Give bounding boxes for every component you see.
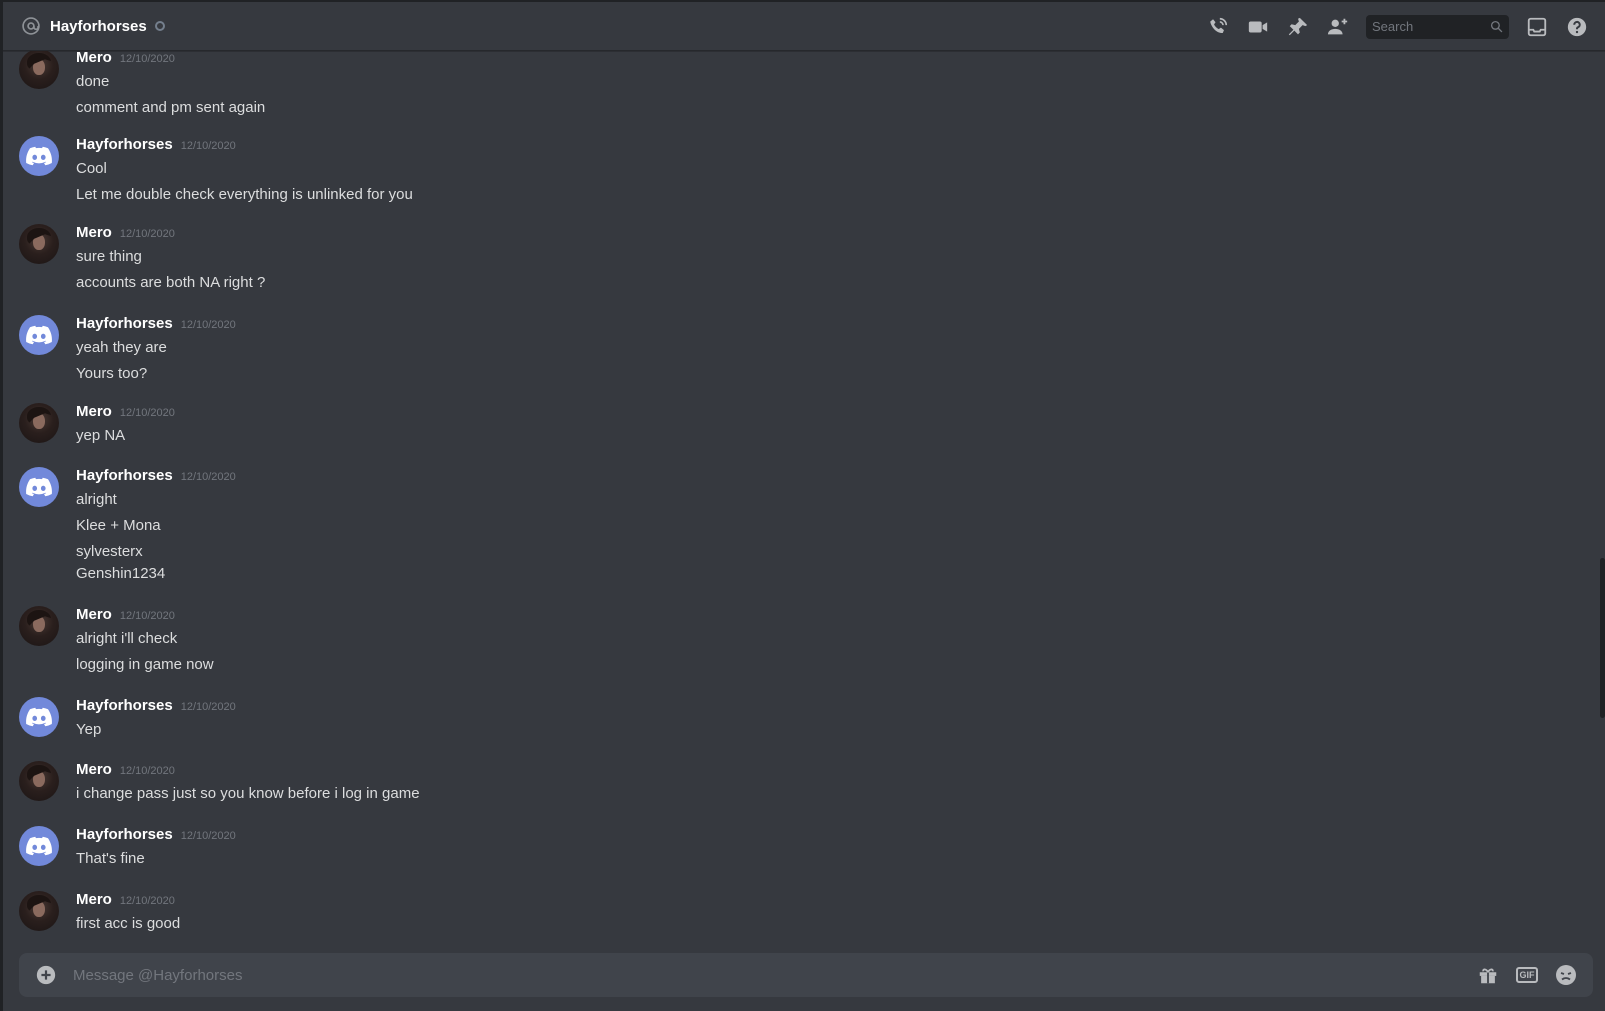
message-text: Let me double check everything is unlink… [76, 186, 413, 203]
message-text: i change pass just so you know before i … [76, 785, 420, 802]
timestamp: 12/10/2020 [119, 407, 175, 419]
avatar[interactable] [19, 467, 59, 507]
discord-logo-icon [26, 146, 52, 166]
username[interactable]: Mero [76, 51, 112, 66]
message-text: sure thing [76, 248, 142, 265]
help-icon[interactable] [1565, 15, 1589, 39]
timestamp: 12/10/2020 [119, 895, 175, 907]
avatar[interactable] [19, 697, 59, 737]
channel-title: Hayforhorses [50, 17, 147, 35]
timestamp: 12/10/2020 [119, 765, 175, 777]
avatar[interactable] [19, 606, 59, 646]
username[interactable]: Mero [76, 761, 112, 778]
avatar[interactable] [19, 315, 59, 355]
avatar[interactable] [19, 51, 59, 89]
video-camera-icon[interactable] [1246, 15, 1270, 39]
timestamp: 12/10/2020 [180, 701, 236, 713]
message-text: logging in game now [76, 656, 214, 673]
username[interactable]: Hayforhorses [76, 467, 173, 484]
username[interactable]: Hayforhorses [76, 826, 173, 843]
message-list: Mero 12/10/2020 done comment and pm sent … [3, 51, 1593, 951]
avatar[interactable] [19, 224, 59, 264]
avatar[interactable] [19, 403, 59, 443]
emoji-icon[interactable] [1554, 963, 1578, 987]
message-text: first acc is good [76, 915, 181, 932]
username[interactable]: Mero [76, 606, 112, 623]
message-text: Klee + Mona [76, 517, 161, 534]
message-composer: GIF [19, 953, 1593, 997]
timestamp: 12/10/2020 [180, 319, 236, 331]
gif-button[interactable]: GIF [1515, 963, 1539, 987]
discord-logo-icon [26, 325, 52, 345]
pin-icon[interactable] [1286, 15, 1310, 39]
timestamp: 12/10/2020 [180, 471, 236, 483]
avatar[interactable] [19, 761, 59, 801]
search-icon [1489, 20, 1503, 34]
username[interactable]: Mero [76, 403, 112, 420]
message-scrollbar[interactable] [1599, 51, 1605, 951]
message-text: yep NA [76, 427, 126, 444]
search-box[interactable] [1366, 14, 1509, 39]
message-text: That's fine [76, 850, 145, 867]
avatar[interactable] [19, 826, 59, 866]
phone-call-icon[interactable] [1206, 15, 1230, 39]
offline-status-indicator [154, 21, 165, 31]
message-text: Cool [76, 160, 107, 177]
search-input[interactable] [1372, 19, 1489, 34]
inbox-icon[interactable] [1525, 15, 1549, 39]
message-input[interactable] [73, 966, 1476, 984]
header-toolbar [1206, 2, 1605, 51]
message-text: alright i'll check [76, 630, 178, 647]
username[interactable]: Mero [76, 891, 112, 908]
message-text: yeah they are [76, 339, 167, 356]
add-friend-icon[interactable] [1326, 15, 1350, 39]
message-text: comment and pm sent again [76, 99, 266, 116]
discord-logo-icon [26, 477, 52, 497]
discord-logo-icon [26, 707, 52, 727]
at-sign-icon [20, 15, 42, 37]
username[interactable]: Mero [76, 224, 112, 241]
avatar[interactable] [19, 136, 59, 176]
timestamp: 12/10/2020 [119, 228, 175, 240]
gif-icon: GIF [1516, 967, 1538, 983]
scrollbar-thumb[interactable] [1600, 558, 1605, 718]
channel-header: Hayforhorses [3, 2, 1605, 51]
username[interactable]: Hayforhorses [76, 136, 173, 153]
message-text: accounts are both NA right ? [76, 274, 266, 291]
discord-logo-icon [26, 836, 52, 856]
message-text: Yep [76, 721, 102, 738]
message-text: Yours too? [76, 365, 148, 382]
dm-window: Hayforhorses Search Mero 12/10/2020 done… [3, 2, 1605, 1011]
message-text: Genshin1234 [76, 565, 166, 582]
username[interactable]: Hayforhorses [76, 697, 173, 714]
timestamp: 12/10/2020 [180, 140, 236, 152]
gift-icon[interactable] [1476, 963, 1500, 987]
plus-circle-icon[interactable] [35, 964, 57, 986]
message-text: sylvesterx [76, 543, 143, 560]
timestamp: 12/10/2020 [119, 610, 175, 622]
timestamp: 12/10/2020 [180, 830, 236, 842]
avatar[interactable] [19, 891, 59, 931]
timestamp: 12/10/2020 [119, 53, 175, 65]
username[interactable]: Hayforhorses [76, 315, 173, 332]
message-text: alright [76, 491, 117, 508]
message-text: done [76, 73, 110, 90]
